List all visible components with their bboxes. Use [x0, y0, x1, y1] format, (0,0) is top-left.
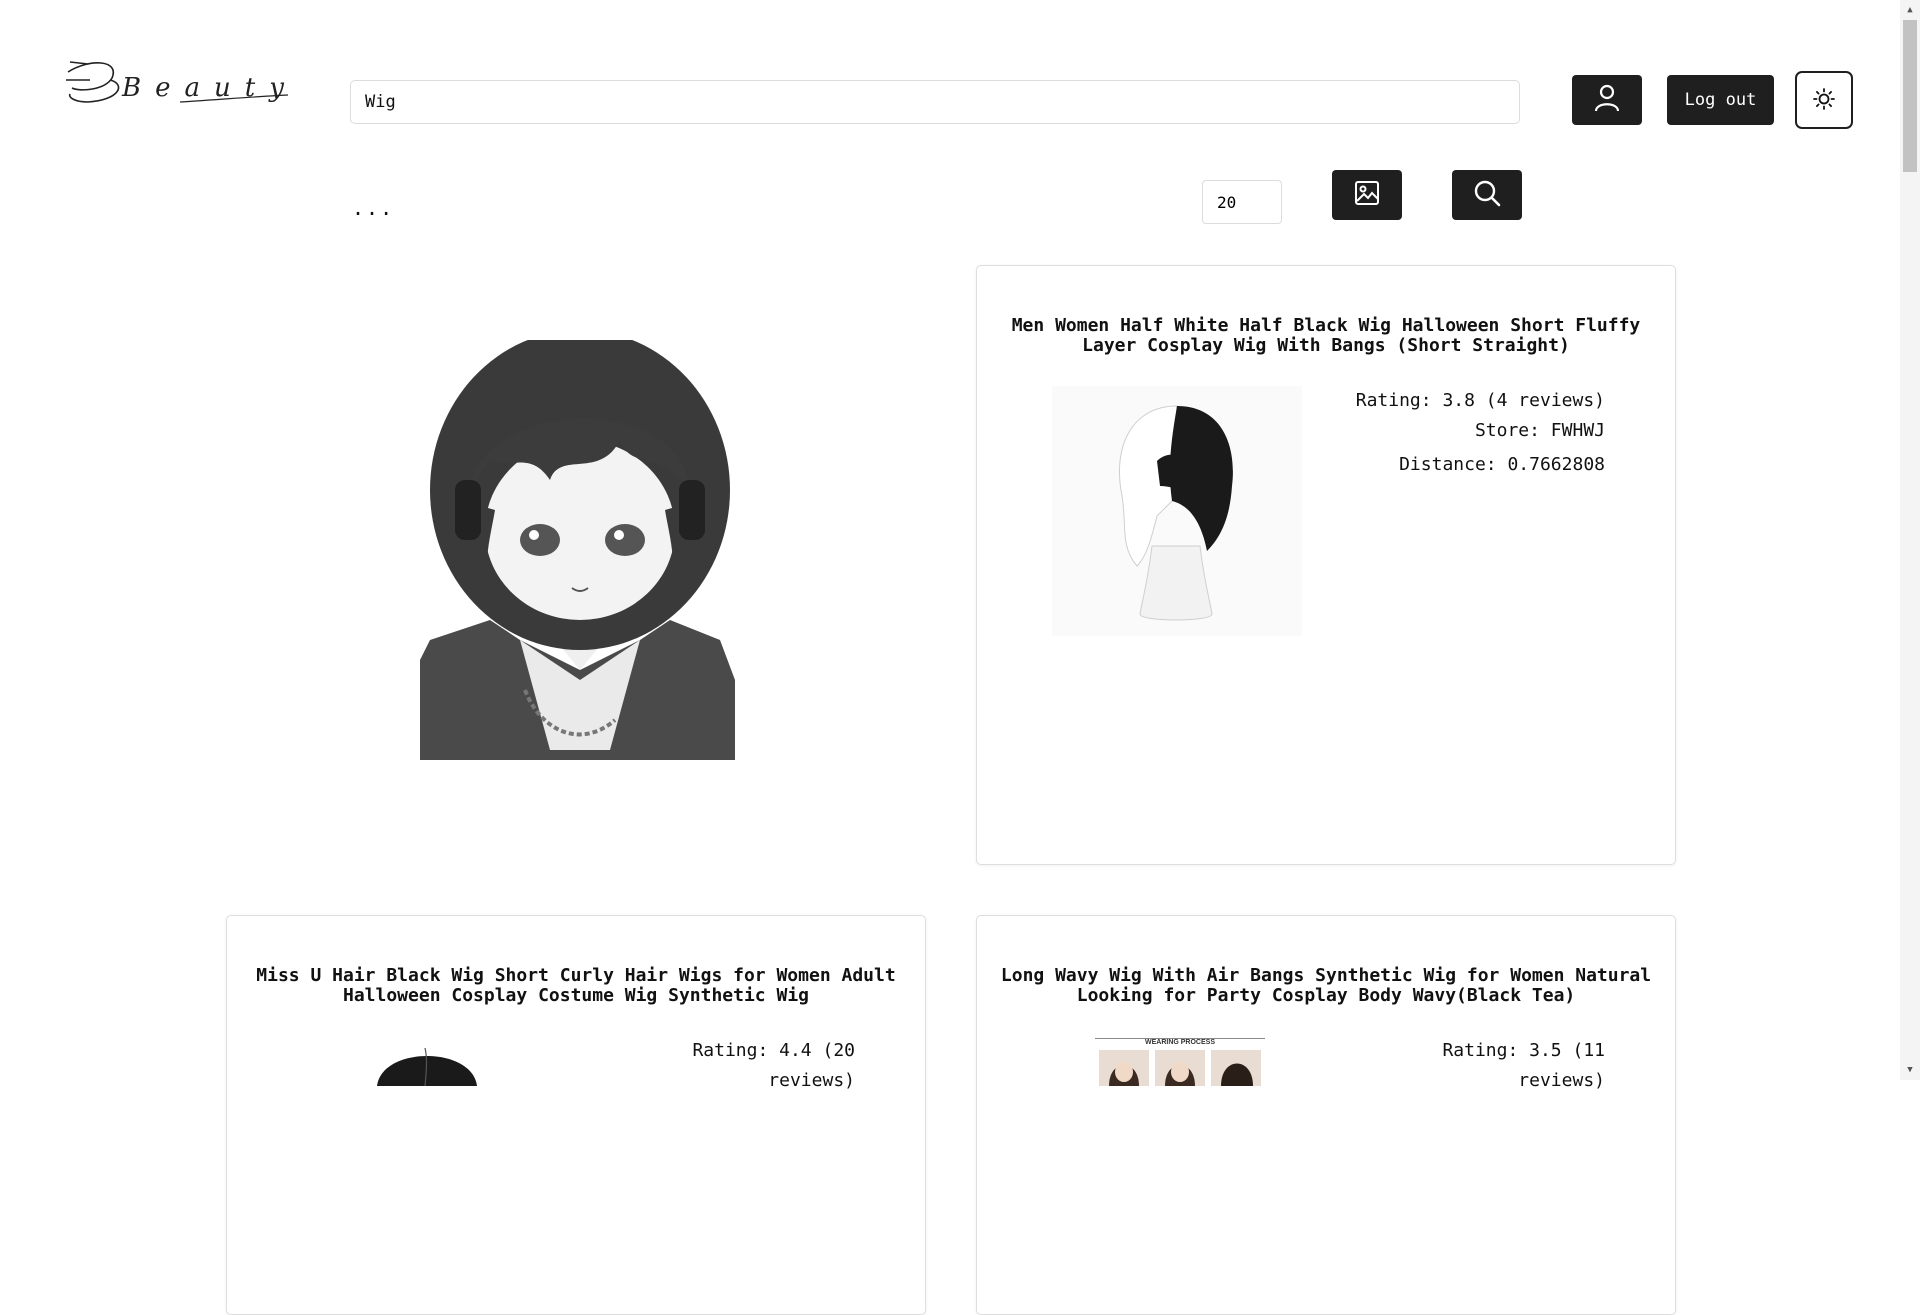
query-image [400, 330, 760, 780]
scrollbar-thumb[interactable] [1903, 20, 1917, 172]
result-card[interactable]: Miss U Hair Black Wig Short Curly Hair W… [226, 915, 926, 1315]
result-count-input[interactable] [1202, 180, 1282, 224]
user-icon [1594, 84, 1620, 116]
result-card[interactable]: Long Wavy Wig With Air Bangs Synthetic W… [976, 915, 1676, 1315]
product-rating: Rating: 4.4 (20 reviews) [692, 1040, 855, 1091]
brand-logo[interactable]: Beauty [60, 50, 290, 130]
product-rating: Rating: 3.5 (11 reviews) [1442, 1040, 1605, 1091]
sun-icon [1813, 87, 1835, 113]
scroll-up-arrow-icon[interactable]: ▲ [1900, 2, 1920, 18]
product-title[interactable]: Long Wavy Wig With Air Bangs Synthetic W… [997, 966, 1655, 1006]
more-options[interactable]: ... [352, 196, 394, 220]
product-rating: Rating: 3.8 (4 reviews) [1355, 390, 1605, 411]
search-button[interactable] [1452, 170, 1522, 220]
product-title[interactable]: Men Women Half White Half Black Wig Hall… [997, 316, 1655, 356]
product-store: Store: FWHWJ [1474, 420, 1605, 441]
image-search-button[interactable] [1332, 170, 1402, 220]
search-input[interactable] [350, 80, 1520, 124]
product-image[interactable] [367, 1036, 487, 1086]
image-icon [1354, 180, 1380, 210]
scroll-down-arrow-icon[interactable]: ▼ [1900, 1062, 1920, 1078]
product-distance: Distance: 0.7662808 [1399, 454, 1605, 475]
profile-button[interactable] [1572, 75, 1642, 125]
product-title[interactable]: Miss U Hair Black Wig Short Curly Hair W… [247, 966, 905, 1006]
image-caption: WEARING PROCESS [1144, 1039, 1215, 1046]
theme-toggle-button[interactable] [1795, 71, 1853, 129]
search-icon [1473, 179, 1501, 211]
result-card[interactable]: Men Women Half White Half Black Wig Hall… [976, 265, 1676, 865]
product-image[interactable] [1052, 386, 1302, 636]
logout-button[interactable]: Log out [1667, 75, 1774, 125]
product-image[interactable]: WEARING PROCESS [1095, 1036, 1265, 1086]
logo-text: Beauty [121, 73, 290, 103]
